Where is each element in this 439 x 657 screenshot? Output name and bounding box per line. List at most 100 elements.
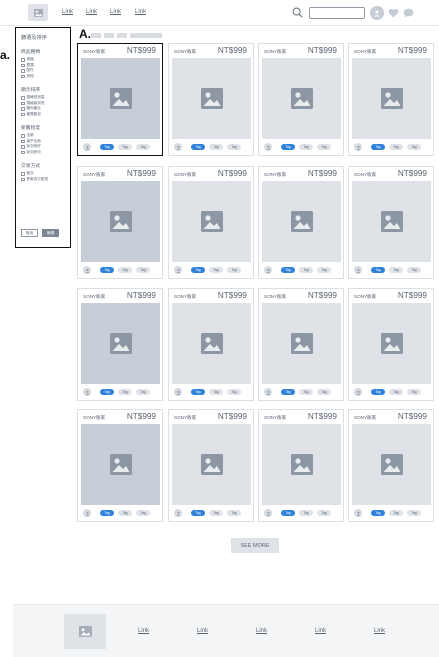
user-avatar-icon[interactable] [370, 6, 384, 20]
product-tag[interactable]: Tag [389, 389, 403, 395]
product-card[interactable]: SONY販家 NT$999 Tag Tag Tag [258, 166, 344, 279]
footer-link-1[interactable]: Link [138, 628, 149, 634]
product-tag[interactable]: Tag [191, 389, 205, 395]
product-tag[interactable]: Tag [136, 267, 150, 273]
product-card[interactable]: SONY販家 NT$999 Tag Tag Tag [348, 43, 434, 156]
product-tag[interactable]: Tag [407, 267, 421, 273]
product-card[interactable]: SONY販家 NT$999 Tag Tag Tag [348, 166, 434, 279]
product-image[interactable] [81, 181, 160, 262]
chat-icon[interactable] [403, 8, 414, 18]
filter-checkbox[interactable] [21, 139, 25, 143]
nav-link-1[interactable]: Link [62, 9, 73, 15]
filter-option[interactable]: 狀況尚可 [21, 150, 65, 156]
seller-avatar-icon[interactable] [83, 266, 91, 274]
filter-checkbox[interactable] [21, 63, 25, 67]
filter-option[interactable]: 其他 [21, 74, 65, 80]
filter-checkbox[interactable] [21, 96, 25, 100]
product-card[interactable]: SONY販家 NT$999 Tag Tag Tag [168, 409, 254, 522]
product-image[interactable] [262, 424, 341, 505]
seller-avatar-icon[interactable] [354, 388, 362, 396]
cancel-button[interactable]: 取消 [21, 229, 38, 237]
seller-avatar-icon[interactable] [264, 143, 272, 151]
footer-link-3[interactable]: Link [256, 628, 267, 634]
footer-link-5[interactable]: Link [374, 628, 385, 634]
search-icon[interactable] [292, 7, 303, 18]
product-tag[interactable]: Tag [281, 510, 295, 516]
product-image[interactable] [352, 181, 431, 262]
product-image[interactable] [352, 58, 431, 139]
product-tag[interactable]: Tag [371, 510, 385, 516]
nav-link-4[interactable]: Link [135, 9, 146, 15]
product-image[interactable] [81, 303, 160, 384]
product-image[interactable] [172, 424, 251, 505]
product-tag[interactable]: Tag [317, 510, 331, 516]
product-image[interactable] [262, 181, 341, 262]
product-tag[interactable]: Tag [281, 144, 295, 150]
product-card[interactable]: SONY販家 NT$999 Tag Tag Tag [77, 166, 163, 279]
see-more-button[interactable]: SEE MORE [231, 538, 279, 553]
seller-avatar-icon[interactable] [264, 509, 272, 517]
breadcrumb-item[interactable] [91, 33, 101, 38]
product-tag[interactable]: Tag [407, 389, 421, 395]
seller-avatar-icon[interactable] [264, 388, 272, 396]
product-tag[interactable]: Tag [209, 510, 223, 516]
product-tag[interactable]: Tag [209, 267, 223, 273]
product-tag[interactable]: Tag [118, 267, 132, 273]
seller-avatar-icon[interactable] [354, 143, 362, 151]
logo[interactable] [28, 4, 48, 21]
product-card[interactable]: SONY販家 NT$999 Tag Tag Tag [168, 43, 254, 156]
search-input[interactable] [309, 7, 365, 19]
product-tag[interactable]: Tag [299, 389, 313, 395]
product-card[interactable]: SONY販家 NT$999 Tag Tag Tag [77, 43, 163, 156]
product-tag[interactable]: Tag [281, 267, 295, 273]
product-image[interactable] [262, 303, 341, 384]
footer-logo[interactable] [64, 614, 106, 649]
product-tag[interactable]: Tag [136, 144, 150, 150]
product-tag[interactable]: Tag [100, 144, 114, 150]
seller-avatar-icon[interactable] [83, 509, 91, 517]
product-tag[interactable]: Tag [227, 510, 241, 516]
product-image[interactable] [81, 424, 160, 505]
product-image[interactable] [172, 303, 251, 384]
seller-avatar-icon[interactable] [354, 509, 362, 517]
product-tag[interactable]: Tag [389, 510, 403, 516]
product-tag[interactable]: Tag [317, 144, 331, 150]
filter-checkbox[interactable] [21, 150, 25, 154]
product-tag[interactable]: Tag [227, 144, 241, 150]
breadcrumb-item[interactable] [104, 33, 114, 38]
seller-avatar-icon[interactable] [264, 266, 272, 274]
product-image[interactable] [172, 181, 251, 262]
filter-checkbox[interactable] [21, 107, 25, 111]
seller-avatar-icon[interactable] [83, 388, 91, 396]
product-tag[interactable]: Tag [209, 144, 223, 150]
product-tag[interactable]: Tag [191, 144, 205, 150]
seller-avatar-icon[interactable] [354, 266, 362, 274]
filter-checkbox[interactable] [21, 74, 25, 78]
apply-filter-button[interactable]: 篩選 [42, 229, 59, 237]
product-card[interactable]: SONY販家 NT$999 Tag Tag Tag [258, 288, 344, 401]
seller-avatar-icon[interactable] [174, 143, 182, 151]
product-tag[interactable]: Tag [227, 389, 241, 395]
breadcrumb-item[interactable] [130, 33, 162, 38]
product-card[interactable]: SONY販家 NT$999 Tag Tag Tag [77, 288, 163, 401]
seller-avatar-icon[interactable] [174, 388, 182, 396]
filter-checkbox[interactable] [21, 101, 25, 105]
product-card[interactable]: SONY販家 NT$999 Tag Tag Tag [168, 166, 254, 279]
product-tag[interactable]: Tag [389, 144, 403, 150]
product-image[interactable] [81, 58, 160, 139]
product-tag[interactable]: Tag [100, 267, 114, 273]
product-tag[interactable]: Tag [118, 510, 132, 516]
filter-checkbox[interactable] [21, 58, 25, 62]
product-tag[interactable]: Tag [136, 389, 150, 395]
product-tag[interactable]: Tag [371, 144, 385, 150]
product-tag[interactable]: Tag [191, 267, 205, 273]
product-card[interactable]: SONY販家 NT$999 Tag Tag Tag [258, 409, 344, 522]
product-image[interactable] [352, 303, 431, 384]
product-tag[interactable]: Tag [299, 144, 313, 150]
product-tag[interactable]: Tag [227, 267, 241, 273]
seller-avatar-icon[interactable] [174, 509, 182, 517]
product-tag[interactable]: Tag [317, 389, 331, 395]
footer-link-4[interactable]: Link [315, 628, 326, 634]
product-tag[interactable]: Tag [136, 510, 150, 516]
product-tag[interactable]: Tag [100, 389, 114, 395]
